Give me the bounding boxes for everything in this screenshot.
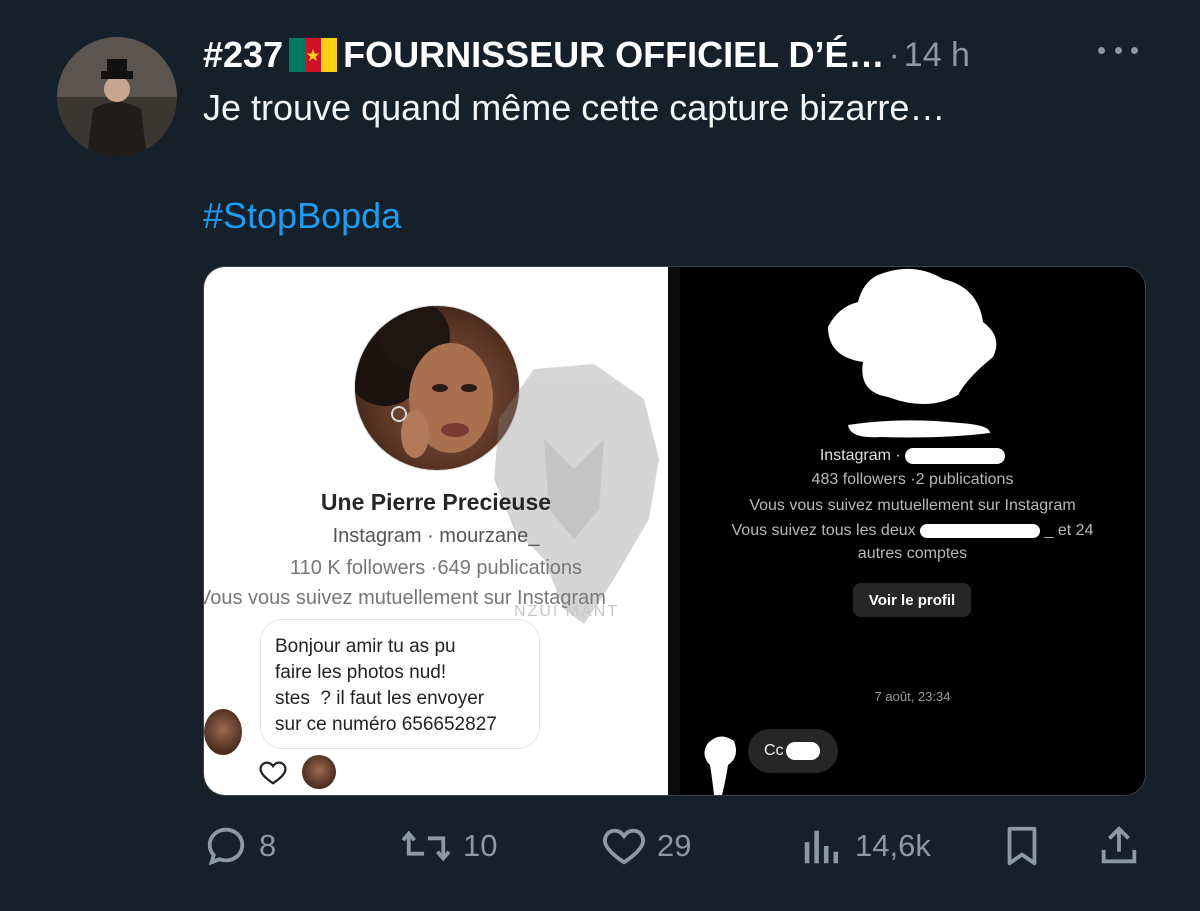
both-follow-start: Vous suivez tous les deux <box>731 522 916 539</box>
right-both-follow-line: Vous suivez tous les deux _ et 24 <box>680 522 1145 540</box>
share-icon <box>1101 826 1137 864</box>
cameroon-flag-icon <box>289 38 338 72</box>
avatar-image <box>57 37 177 157</box>
header-separator: · <box>888 35 900 74</box>
author-name-rest[interactable]: FOURNISSEUR OFFICIEL D’É… <box>343 34 884 76</box>
reply-count: 8 <box>259 828 277 863</box>
reply-text: Cc <box>764 742 784 759</box>
both-follow-end: _ et 24 <box>1044 522 1094 539</box>
left-screenshot: Une Pierre Precieuse Instagram · mourzan… <box>204 267 668 795</box>
message-text: Bonjour amir tu as pu faire les photos n… <box>275 636 497 735</box>
retweet-button[interactable]: 10 <box>399 818 497 874</box>
reply-bubble: Cc <box>748 729 838 773</box>
tweet-actions: 8 10 29 14,6k <box>203 818 1143 874</box>
redaction-reply <box>785 742 820 760</box>
reply-icon <box>207 827 245 866</box>
like-count: 29 <box>657 828 692 863</box>
tweet-media[interactable]: Une Pierre Precieuse Instagram · mourzan… <box>203 266 1146 796</box>
bookmark-icon <box>1007 826 1037 866</box>
redaction-mutual-account <box>920 523 1041 538</box>
hashtag-link[interactable]: #StopBopda <box>203 195 401 237</box>
reaction-avatar <box>302 755 336 789</box>
right-screenshot: Instagram · 483 followers ·2 publication… <box>680 267 1145 795</box>
tweet-header: #237 FOURNISSEUR OFFICIEL D’É… · 14 h <box>203 30 970 80</box>
profile-stats-line: 110 K followers ·649 publications <box>289 557 583 579</box>
author-name[interactable]: #237 <box>203 34 283 76</box>
screenshot-divider <box>668 267 680 795</box>
views-chart-icon <box>804 830 839 864</box>
right-instagram-label: Instagram · <box>819 447 901 464</box>
heart-icon <box>603 828 645 865</box>
redaction-sender <box>704 736 736 795</box>
view-profile-button: Voir le profil <box>853 583 971 617</box>
share-button[interactable] <box>1096 818 1152 874</box>
retweet-count: 10 <box>463 828 498 863</box>
right-instagram-line: Instagram · <box>680 447 1145 465</box>
redaction-bar <box>848 420 990 438</box>
right-others-line: autres comptes <box>857 545 968 562</box>
reply-button[interactable]: 8 <box>203 818 276 874</box>
right-stats-line: 483 followers ·2 publications <box>811 471 1014 488</box>
message-date: 7 août, 23:34 <box>874 689 951 704</box>
right-mutual-line: Vous vous suivez mutuellement sur Instag… <box>749 497 1076 514</box>
views-count: 14,6k <box>855 828 931 863</box>
redaction-username <box>905 447 1006 464</box>
message-bubble: Bonjour amir tu as pu faire les photos n… <box>260 619 540 749</box>
author-avatar[interactable] <box>57 37 177 157</box>
views-button[interactable]: 14,6k <box>799 818 931 874</box>
more-options-icon[interactable] <box>1098 40 1138 60</box>
profile-name: Une Pierre Precieuse <box>320 489 552 515</box>
tweet-timestamp[interactable]: 14 h <box>904 36 970 75</box>
sender-avatar <box>204 709 242 755</box>
bookmark-button[interactable] <box>999 818 1055 874</box>
retweet-icon <box>401 830 451 862</box>
tweet-text: Je trouve quand même cette capture bizar… <box>203 87 946 128</box>
watermark-text: NZUI MANT <box>514 603 620 620</box>
redaction-blob <box>828 268 997 405</box>
like-button[interactable]: 29 <box>601 818 691 874</box>
profile-instagram-line: Instagram · mourzane_ <box>332 525 540 547</box>
heart-outline-icon <box>259 761 287 785</box>
